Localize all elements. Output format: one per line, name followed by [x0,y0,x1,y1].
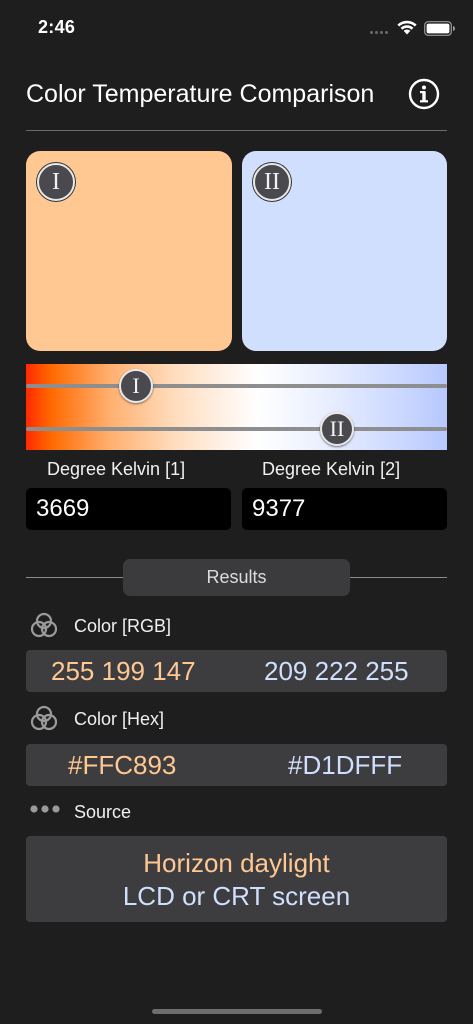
rgb-label: Color [RGB] [74,616,172,636]
battery-icon [424,21,455,36]
page-title: Color Temperature Comparison [26,80,375,108]
kelvin-input-1[interactable]: 3669 [26,488,231,530]
title-divider [26,130,447,131]
info-icon[interactable] [408,78,440,110]
home-indicator[interactable] [152,1009,322,1014]
slider-track-1[interactable] [26,384,447,388]
results-tab: Results [123,559,350,596]
temperature-slider-area[interactable]: I II [26,364,447,450]
source-label: Source [74,802,132,822]
hex-value-2: #D1DFFF [288,750,403,780]
rgb-value-1: 255 199 147 [51,656,196,686]
slider-track-2[interactable] [26,427,447,431]
kelvin-input-2[interactable]: 9377 [242,488,447,530]
hex-value-box: #FFC893 #D1DFFF [26,744,447,786]
ellipsis-icon [30,805,60,813]
hex-label: Color [Hex] [74,709,165,729]
source-value-2: LCD or CRT screen [122,881,351,911]
swatch-badge-1: I [37,163,75,201]
color-swatch-1: I [26,151,232,351]
hex-value-1: #FFC893 [68,750,177,780]
color-circles-icon [30,612,58,638]
rgb-value-2: 209 222 255 [264,656,409,686]
source-value-1: Horizon daylight [143,848,330,878]
slider-thumb-1[interactable]: I [119,369,153,403]
kelvin-label-2: Degree Kelvin [2] [262,459,401,479]
status-time: 2:46 [38,17,76,37]
color-swatch-2: II [242,151,447,351]
swatch-badge-2: II [253,163,291,201]
source-value-box: Horizon daylight LCD or CRT screen [26,836,447,922]
wifi-icon [397,20,417,35]
rgb-value-box: 255 199 147 209 222 255 [26,650,447,692]
cellular-signal-icon [370,31,390,35]
slider-thumb-2[interactable]: II [320,412,354,446]
kelvin-label-1: Degree Kelvin [1] [47,459,186,479]
status-bar: 2:46 [0,0,473,56]
color-circles-icon [30,705,58,731]
